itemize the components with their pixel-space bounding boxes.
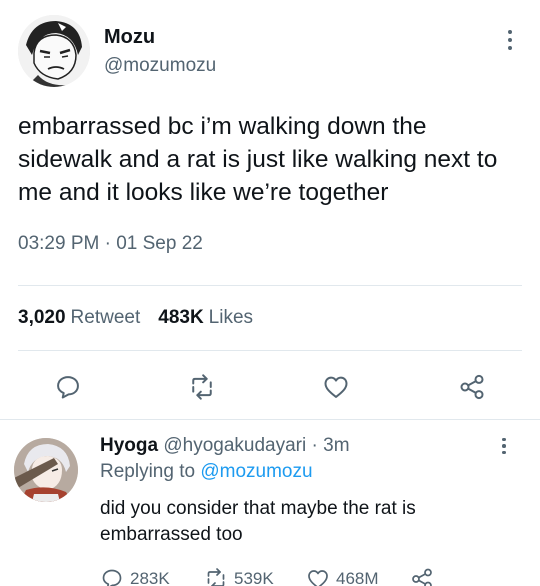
like-icon[interactable] [322,373,350,401]
reply-more-options-icon[interactable] [496,434,512,458]
replying-to-label: Replying to [100,461,196,482]
reply-share-button[interactable] [410,566,434,586]
reply-author-handle[interactable]: @hyogakudayari [163,435,306,456]
like-count: 468M [336,569,379,586]
reply-actions: 283K 539K 468M [100,566,520,586]
more-options-icon[interactable] [500,26,520,54]
reply-time[interactable]: 3m [323,435,349,456]
author-handle[interactable]: @mozumozu [104,55,216,77]
share-icon [412,568,432,586]
retweet-icon[interactable] [188,373,216,401]
author-info: Mozu @mozumozu [104,26,216,77]
author-name[interactable]: Mozu [104,26,216,49]
reply-separator: · [311,435,318,456]
tweet-header: Mozu @mozumozu [18,12,522,90]
reply-author-name[interactable]: Hyoga [100,435,158,456]
avatar-image [18,15,90,87]
reply-tweet[interactable]: Hyoga @hyogakudayari · 3m Replying to @m… [0,420,540,586]
reply-body: Hyoga @hyogakudayari · 3m Replying to @m… [100,434,520,586]
like-icon [308,570,328,586]
reply-icon[interactable] [54,373,82,401]
reply-avatar-image [14,438,78,502]
replying-to-mention[interactable]: @mozumozu [200,461,312,482]
reply-retweet-button[interactable]: 539K [204,566,274,586]
tweet-actions [18,351,522,419]
retweets-count[interactable]: 3,020 [18,307,66,329]
reply-avatar[interactable] [14,438,78,502]
reply-count: 283K [130,569,170,586]
replying-to: Replying to @mozumozu [100,459,520,484]
share-icon[interactable] [458,373,486,401]
reply-text: did you consider that maybe the rat is e… [100,498,416,545]
likes-label[interactable]: Likes [209,307,253,329]
reply-like-button[interactable]: 468M [306,566,379,586]
retweets-label[interactable]: Retweet [71,307,141,329]
reply-reply-button[interactable]: 283K [100,566,170,586]
main-tweet: Mozu @mozumozu embarrassed bc i’m walkin… [0,0,540,420]
reply-header: Hyoga @hyogakudayari · 3m [100,434,520,458]
tweet-stats: 3,020 Retweet 483K Likes [18,286,522,350]
tweet-text: embarrassed bc i’m walking down the side… [18,113,498,206]
likes-count[interactable]: 483K [158,307,203,329]
reply-icon [102,569,122,586]
tweet-timestamp[interactable]: 03:29 PM · 01 Sep 22 [18,233,522,259]
retweet-count: 539K [234,569,274,586]
avatar[interactable] [18,15,90,87]
retweet-icon [207,568,225,586]
